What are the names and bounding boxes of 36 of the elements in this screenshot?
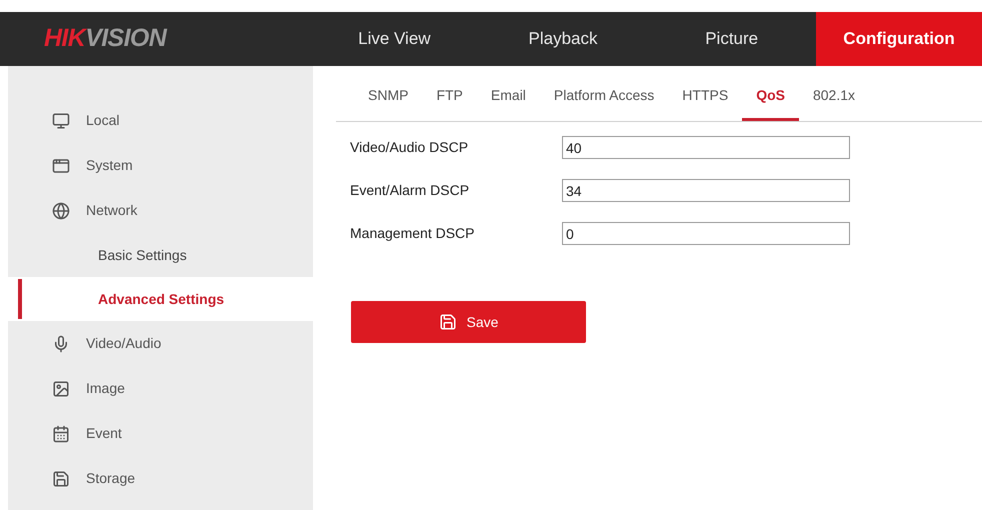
monitor-icon	[52, 112, 70, 130]
settings-tab[interactable]: FTP	[422, 85, 477, 121]
sidebar-item[interactable]: Video/Audio	[8, 321, 313, 366]
save-icon	[438, 313, 457, 331]
settings-tab[interactable]: Email	[476, 85, 540, 121]
microphone-icon	[52, 334, 70, 352]
sidebar-item[interactable]: Storage	[8, 456, 313, 501]
globe-icon	[52, 202, 70, 220]
nav-tab[interactable]: Live View	[310, 12, 479, 66]
sidebar-item[interactable]: Local	[8, 98, 313, 143]
selection-bar	[18, 279, 22, 319]
sidebar-item[interactable]: Network	[8, 188, 313, 233]
settings-tab[interactable]: Platform Access	[540, 85, 668, 121]
save-button[interactable]: Save	[351, 301, 586, 343]
logo: HIKVISION	[43, 23, 168, 54]
sidebar-item[interactable]: Event	[8, 411, 313, 456]
field-label: Video/Audio DSCP	[350, 138, 470, 157]
settings-tab[interactable]: SNMP	[354, 85, 422, 121]
sidebar-item[interactable]: Image	[8, 366, 313, 411]
input-field[interactable]: 0	[562, 222, 850, 245]
sidebar-subitem[interactable]: Advanced Settings	[8, 277, 313, 321]
nav-tab[interactable]: Configuration	[816, 12, 982, 66]
settings-tab[interactable]: 802.1x	[798, 85, 870, 121]
image-icon	[52, 380, 70, 398]
sidebar-subitem[interactable]: Basic Settings	[8, 233, 313, 277]
sidebar-item[interactable]: System	[8, 143, 313, 188]
settings-tab[interactable]: HTTPS	[668, 85, 742, 121]
nav-tab[interactable]: Playback	[478, 12, 648, 66]
nav-tab[interactable]: Picture	[647, 12, 816, 66]
window-icon	[52, 156, 70, 174]
field-label: Event/Alarm DSCP	[350, 181, 470, 200]
input-field[interactable]: 34	[562, 179, 850, 202]
settings-tab[interactable]: QoS	[742, 85, 799, 121]
calendar-icon	[52, 424, 70, 442]
field-label: Management DSCP	[350, 224, 476, 243]
input-field[interactable]: 40	[562, 136, 850, 159]
